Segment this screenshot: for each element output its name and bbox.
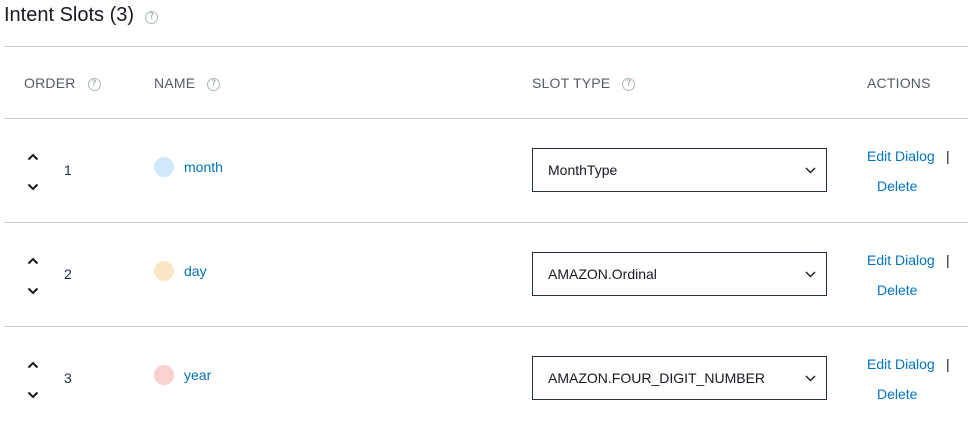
move-down-icon[interactable] (26, 284, 40, 298)
column-header-slot-type-label: SLOT TYPE (532, 75, 611, 91)
slot-type-value: AMAZON.Ordinal (548, 266, 657, 282)
slot-name-link[interactable]: month (184, 159, 223, 175)
section-title: Intent Slots (3) ? (4, 4, 159, 27)
slot-color-dot (154, 261, 174, 281)
column-header-name: NAME ? (154, 75, 221, 91)
delete-link[interactable]: Delete (877, 386, 917, 402)
slot-name-link[interactable]: day (184, 263, 207, 279)
slot-type-value: AMAZON.FOUR_DIGIT_NUMBER (548, 370, 766, 386)
chevron-down-icon (805, 271, 816, 278)
section-title-text: Intent Slots (3) (4, 4, 135, 26)
column-header-order-label: ORDER (24, 75, 76, 91)
slot-row: 1 month MonthType Edit Dialog | Delete (0, 118, 968, 222)
action-separator: | (946, 252, 950, 268)
help-icon[interactable]: ? (145, 10, 159, 24)
move-down-icon[interactable] (26, 388, 40, 402)
column-header-actions: ACTIONS (867, 75, 931, 91)
slot-type-select[interactable]: AMAZON.FOUR_DIGIT_NUMBER (532, 356, 827, 400)
slot-type-value: MonthType (548, 162, 618, 178)
slot-color-dot (154, 365, 174, 385)
move-down-icon[interactable] (26, 180, 40, 194)
chevron-down-icon (805, 167, 816, 174)
slot-name-link[interactable]: year (184, 367, 211, 383)
edit-dialog-link[interactable]: Edit Dialog (867, 148, 935, 164)
help-icon[interactable]: ? (622, 77, 636, 91)
slot-order: 1 (64, 162, 72, 178)
slot-row: 2 day AMAZON.Ordinal Edit Dialog | Delet… (0, 222, 968, 326)
column-header-order: ORDER ? (24, 75, 101, 91)
move-up-icon[interactable] (26, 150, 40, 164)
chevron-down-icon (805, 375, 816, 382)
slot-row: 3 year AMAZON.FOUR_DIGIT_NUMBER Edit Dia… (0, 326, 968, 430)
column-header-actions-label: ACTIONS (867, 75, 931, 91)
slot-type-select[interactable]: AMAZON.Ordinal (532, 252, 827, 296)
help-icon[interactable]: ? (207, 77, 221, 91)
slot-order: 2 (64, 266, 72, 282)
move-up-icon[interactable] (26, 254, 40, 268)
column-header-name-label: NAME (154, 75, 196, 91)
slot-type-select[interactable]: MonthType (532, 148, 827, 192)
delete-link[interactable]: Delete (877, 178, 917, 194)
slot-color-dot (154, 157, 174, 177)
action-separator: | (946, 356, 950, 372)
help-icon[interactable]: ? (87, 77, 101, 91)
column-header-slot-type: SLOT TYPE ? (532, 75, 636, 91)
divider (4, 46, 968, 47)
action-separator: | (946, 148, 950, 164)
edit-dialog-link[interactable]: Edit Dialog (867, 356, 935, 372)
edit-dialog-link[interactable]: Edit Dialog (867, 252, 935, 268)
move-up-icon[interactable] (26, 358, 40, 372)
delete-link[interactable]: Delete (877, 282, 917, 298)
slot-order: 3 (64, 370, 72, 386)
